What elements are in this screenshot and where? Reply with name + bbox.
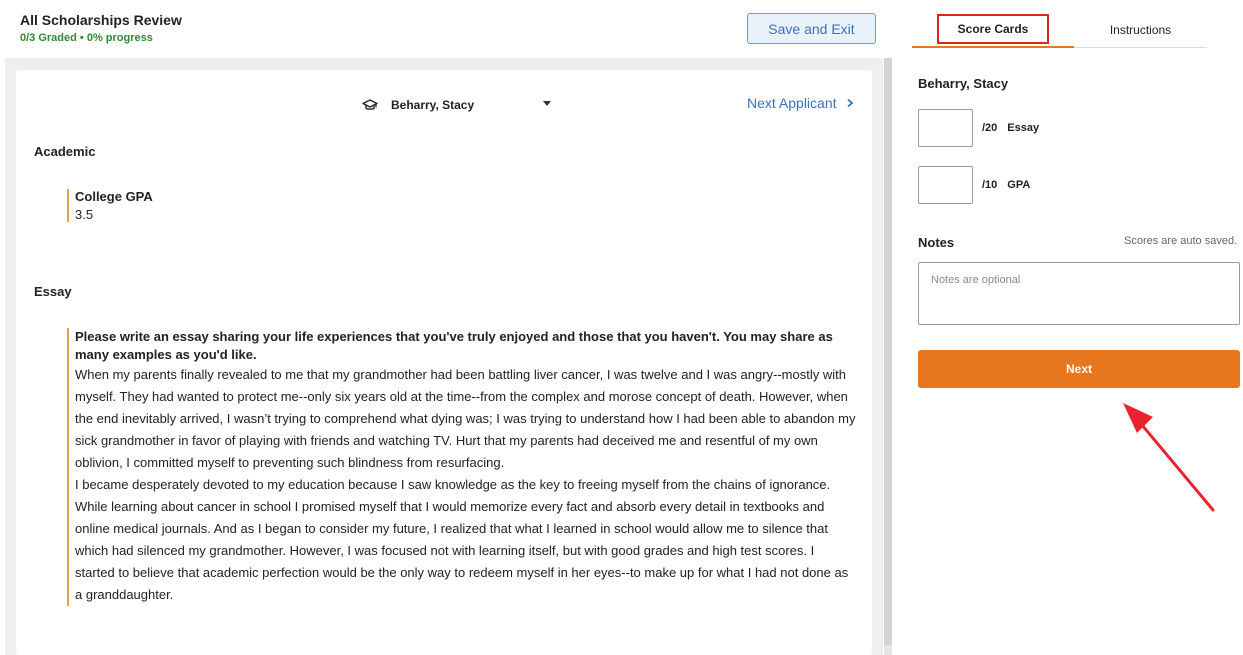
next-applicant-link[interactable]: Next Applicant bbox=[747, 95, 855, 111]
tab-instructions[interactable]: Instructions bbox=[1074, 12, 1207, 48]
auto-saved-text: Scores are auto saved. bbox=[1124, 235, 1238, 247]
page-title: All Scholarships Review bbox=[20, 12, 182, 28]
scorecard-panel: Score Cards Instructions Beharry, Stacy … bbox=[893, 0, 1243, 655]
scorecard-applicant-name: Beharry, Stacy bbox=[918, 76, 1009, 91]
applicant-name: Beharry, Stacy bbox=[391, 98, 475, 112]
scrollbar[interactable] bbox=[884, 58, 892, 655]
essay-score-label: Essay bbox=[1007, 122, 1040, 134]
essay-question: Please write an essay sharing your life … bbox=[75, 329, 833, 362]
applicant-selector[interactable]: Beharry, Stacy bbox=[362, 96, 552, 114]
college-gpa-field: College GPA 3.5 bbox=[67, 189, 153, 222]
next-applicant-label: Next Applicant bbox=[747, 95, 837, 111]
notes-textarea[interactable] bbox=[918, 262, 1240, 325]
gpa-score-max: /10 bbox=[982, 179, 998, 191]
chevron-right-icon bbox=[846, 98, 853, 108]
essay-paragraph: When my parents finally revealed to me t… bbox=[75, 367, 856, 470]
essay-score-max: /20 bbox=[982, 122, 998, 134]
review-pane: All Scholarships Review 0/3 Graded • 0% … bbox=[0, 0, 893, 655]
application-card: Beharry, Stacy Next Applicant Academic C… bbox=[16, 70, 872, 655]
graduation-cap-icon bbox=[362, 99, 378, 110]
tab-score-cards-label: Score Cards bbox=[936, 14, 1050, 44]
score-row-essay: /20 Essay bbox=[918, 109, 1039, 147]
field-title: College GPA bbox=[75, 189, 153, 204]
notes-label: Notes bbox=[918, 235, 955, 250]
annotation-arrow-icon bbox=[1123, 403, 1215, 512]
scrollbar-thumb[interactable] bbox=[884, 58, 892, 645]
score-row-gpa: /10 GPA bbox=[918, 166, 1030, 204]
essay-paragraph: I became desperately devoted to my educa… bbox=[75, 477, 849, 602]
chevron-down-icon[interactable] bbox=[543, 101, 551, 106]
next-button[interactable]: Next bbox=[918, 350, 1240, 388]
save-and-exit-button[interactable]: Save and Exit bbox=[747, 13, 876, 44]
field-value: 3.5 bbox=[75, 207, 94, 222]
gpa-score-input[interactable] bbox=[918, 166, 973, 204]
essay-response: Please write an essay sharing your life … bbox=[67, 328, 857, 606]
section-essay: Essay bbox=[34, 284, 72, 299]
progress-text: 0/3 Graded • 0% progress bbox=[20, 32, 153, 44]
section-academic: Academic bbox=[34, 144, 96, 159]
essay-score-input[interactable] bbox=[918, 109, 973, 147]
tab-score-cards[interactable]: Score Cards bbox=[912, 12, 1074, 48]
gpa-score-label: GPA bbox=[1007, 179, 1031, 191]
